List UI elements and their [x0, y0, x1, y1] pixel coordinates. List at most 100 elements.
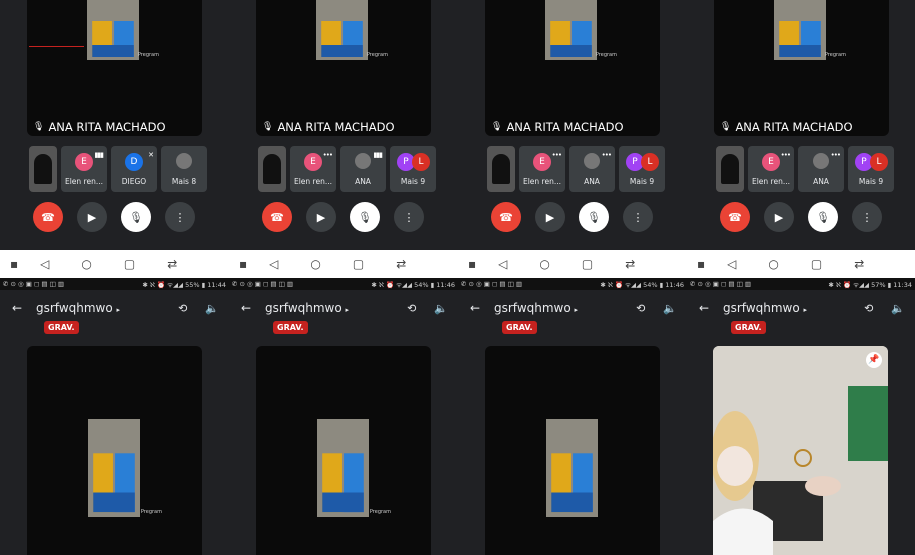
switch-app-button[interactable]: ⇄ [854, 257, 864, 271]
camera-toggle-button[interactable]: ▶ [306, 202, 336, 232]
participant-tile[interactable]: D ✕ DIEGO [111, 146, 157, 192]
participant-name: Elen ren... [293, 177, 332, 186]
nav-button-group: ▪ ◁ ○ ▢ ⇄ [468, 250, 635, 278]
recents-nav-button[interactable]: ▢ [124, 257, 135, 271]
participant-tile[interactable]: ••• ANA [798, 146, 844, 192]
speaker-icon[interactable]: 🔈 [434, 302, 448, 315]
meeting-panel-3: ✆ ⊙ ◎ ▣ ◻ ▤ ◫ ▥ ✱ ℵ ⏰ ᯤ◢◢ 54% ▮ 11:46 ← gsr… [458, 278, 687, 555]
participant-tile[interactable]: E ••• Elen ren... [290, 146, 336, 192]
meeting-code-title[interactable]: gsrfwqhmwo ▸ [494, 301, 636, 315]
recents-nav-button[interactable]: ▢ [353, 257, 364, 271]
participant-tile[interactable]: Mais 8 [161, 146, 207, 192]
main-video-tile[interactable]: Pregram [256, 346, 431, 555]
back-arrow-icon[interactable]: ← [699, 301, 723, 315]
app-bar-actions: ⟲ 🔈 [178, 302, 219, 315]
participant-tile[interactable]: P L Mais 9 [619, 146, 665, 192]
participant-name: ANA [355, 177, 371, 186]
participant-photo [176, 153, 192, 169]
participant-avatar: E [75, 153, 93, 171]
switch-camera-icon[interactable]: ⟲ [636, 302, 645, 315]
speaker-icon[interactable]: 🔈 [663, 302, 677, 315]
back-nav-button[interactable]: ◁ [269, 257, 278, 271]
switch-camera-icon[interactable]: ⟲ [407, 302, 416, 315]
end-call-button[interactable]: ☎ [720, 202, 750, 232]
mic-toggle-button[interactable]: 🎙 [808, 202, 838, 232]
speaker-icon[interactable]: 🔈 [891, 302, 905, 315]
self-view-tile[interactable] [487, 146, 515, 192]
home-nav-button[interactable]: ○ [310, 257, 320, 271]
switch-app-button[interactable]: ⇄ [396, 257, 406, 271]
end-call-button[interactable]: ☎ [262, 202, 292, 232]
participant-name: Mais 8 [171, 177, 197, 186]
switch-app-button[interactable]: ⇄ [167, 257, 177, 271]
participant-tile[interactable]: P L Mais 9 [390, 146, 436, 192]
mic-toggle-button[interactable]: 🎙 [121, 202, 151, 232]
back-arrow-icon[interactable]: ← [241, 301, 265, 315]
pin-icon[interactable]: 📌 [866, 352, 882, 368]
more-options-button[interactable]: ⋮ [394, 202, 424, 232]
call-panel-3: Pregram 🎙 ANA RITA MACHADO E ••• Elen ren... •… [458, 0, 687, 250]
mic-toggle-button[interactable]: 🎙 [350, 202, 380, 232]
switch-app-button[interactable]: ⇄ [625, 257, 635, 271]
back-nav-button[interactable]: ◁ [40, 257, 49, 271]
nav-dot-icon: ▪ [468, 257, 477, 271]
participant-tile[interactable]: P L Mais 9 [848, 146, 894, 192]
speaker-icon[interactable]: 🔈 [205, 302, 219, 315]
mic-toggle-button[interactable]: 🎙 [579, 202, 609, 232]
end-call-button[interactable]: ☎ [491, 202, 521, 232]
back-arrow-icon[interactable]: ← [12, 301, 36, 315]
back-nav-button[interactable]: ◁ [498, 257, 507, 271]
app-bar-actions: ⟲ 🔈 [407, 302, 448, 315]
main-video-tile[interactable]: Pregram 🎙 ANA RITA MACHADO [27, 0, 202, 136]
video-frame-image [545, 0, 597, 60]
main-video-tile[interactable] [485, 346, 660, 555]
back-nav-button[interactable]: ◁ [727, 257, 736, 271]
home-nav-button[interactable]: ○ [81, 257, 91, 271]
switch-camera-icon[interactable]: ⟲ [864, 302, 873, 315]
camera-toggle-button[interactable]: ▶ [535, 202, 565, 232]
video-thumbnail: Pregram [774, 0, 846, 60]
recents-nav-button[interactable]: ▢ [582, 257, 593, 271]
camera-toggle-button[interactable]: ▶ [77, 202, 107, 232]
recents-nav-button[interactable]: ▢ [811, 257, 822, 271]
home-nav-button[interactable]: ○ [539, 257, 549, 271]
meeting-code-title[interactable]: gsrfwqhmwo ▸ [265, 301, 407, 315]
participant-tile[interactable]: ••• ANA [569, 146, 615, 192]
watermark-text: Pregram [366, 52, 388, 58]
switch-camera-icon[interactable]: ⟲ [178, 302, 187, 315]
end-call-button[interactable]: ☎ [33, 202, 63, 232]
camera-video-tile[interactable]: 📌 [713, 346, 888, 555]
back-arrow-icon[interactable]: ← [470, 301, 494, 315]
participant-avatar: L [870, 153, 888, 171]
caret-right-icon: ▸ [803, 306, 808, 314]
main-video-tile[interactable]: Pregram 🎙 ANA RITA MACHADO [714, 0, 889, 136]
video-thumbnail: Pregram [545, 0, 617, 60]
main-video-tile[interactable]: Pregram [27, 346, 202, 555]
participant-name: ANA [584, 177, 600, 186]
home-nav-button[interactable]: ○ [768, 257, 778, 271]
participant-tile[interactable]: E ▮▮▮ Elen ren... [61, 146, 107, 192]
caret-right-icon: ▸ [574, 306, 579, 314]
participants-strip: E ••• Elen ren... ▮▮▮ ANA P L Mais 9 [258, 146, 436, 192]
participants-strip: E ••• Elen ren... ••• ANA P L Mais 9 [716, 146, 894, 192]
call-controls: ☎ ▶ 🎙 ⋮ [33, 202, 195, 232]
meeting-code-title[interactable]: gsrfwqhmwo ▸ [36, 301, 178, 315]
main-video-tile[interactable]: Pregram 🎙 ANA RITA MACHADO [256, 0, 431, 136]
self-view-tile[interactable] [716, 146, 744, 192]
participant-tile[interactable]: ▮▮▮ ANA [340, 146, 386, 192]
more-options-button[interactable]: ⋮ [165, 202, 195, 232]
call-controls: ☎ ▶ 🎙 ⋮ [720, 202, 882, 232]
meeting-code: gsrfwqhmwo [494, 301, 571, 315]
self-view-tile[interactable] [258, 146, 286, 192]
video-frame-image [88, 419, 140, 517]
participant-tile[interactable]: E ••• Elen ren... [748, 146, 794, 192]
camera-toggle-button[interactable]: ▶ [764, 202, 794, 232]
more-options-button[interactable]: ⋮ [852, 202, 882, 232]
more-options-button[interactable]: ⋮ [623, 202, 653, 232]
recording-badge: GRAV. [731, 321, 766, 334]
participant-tile[interactable]: E ••• Elen ren... [519, 146, 565, 192]
main-video-tile[interactable]: Pregram 🎙 ANA RITA MACHADO [485, 0, 660, 136]
audio-indicator-icon: ••• [830, 151, 841, 159]
self-view-tile[interactable] [29, 146, 57, 192]
meeting-code-title[interactable]: gsrfwqhmwo ▸ [723, 301, 864, 315]
